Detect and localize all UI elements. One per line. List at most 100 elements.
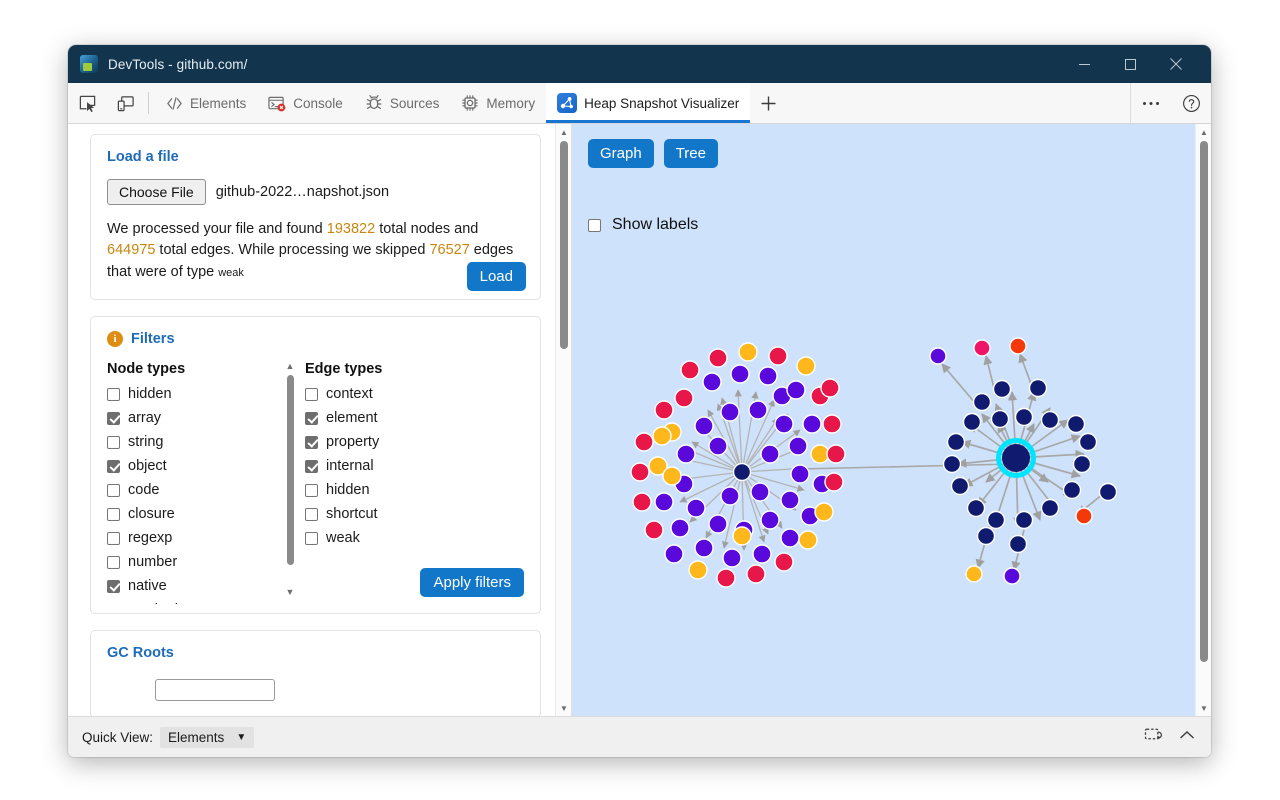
- label: shortcut: [326, 506, 378, 523]
- filters-card: i Filters Node types hidden array string…: [90, 316, 541, 615]
- label: number: [128, 554, 178, 571]
- edge-type-internal[interactable]: internal: [305, 454, 457, 478]
- checkbox[interactable]: [305, 507, 318, 521]
- edge-type-element[interactable]: element: [305, 406, 457, 430]
- node-type-code[interactable]: code: [107, 478, 282, 502]
- label: native: [128, 578, 167, 595]
- graph-panel-scrollbar[interactable]: ▲ ▼: [1195, 124, 1211, 716]
- checkbox[interactable]: [107, 387, 120, 401]
- checkbox[interactable]: [305, 411, 318, 425]
- node-type-regexp[interactable]: regexp: [107, 526, 282, 550]
- chevron-down-icon[interactable]: ▼: [236, 732, 246, 743]
- help-icon[interactable]: [1171, 83, 1211, 124]
- code-brackets-icon: [166, 95, 183, 112]
- checkbox[interactable]: [305, 483, 318, 497]
- filters-columns: Node types hidden array string object co…: [107, 361, 524, 605]
- edge-type-property[interactable]: property: [305, 430, 457, 454]
- more-options-icon[interactable]: [1131, 83, 1171, 124]
- load-button[interactable]: Load: [466, 262, 526, 292]
- checkbox[interactable]: [305, 387, 318, 401]
- add-tab-button[interactable]: [750, 83, 786, 123]
- tab-label: Elements: [190, 95, 247, 111]
- scroll-down-arrow-icon[interactable]: ▼: [556, 700, 571, 716]
- node-type-native[interactable]: native: [107, 574, 282, 598]
- label: hidden: [326, 482, 370, 499]
- close-button[interactable]: [1153, 45, 1199, 83]
- checkbox[interactable]: [107, 411, 120, 425]
- graph-panel: Graph Tree Show labels ▲ ▼: [572, 124, 1211, 716]
- label: code: [128, 482, 160, 499]
- graph-view-toggle: Graph Tree: [588, 139, 718, 168]
- graph-controls: Graph Tree Show labels: [588, 139, 718, 234]
- devtools-body: Load a file Choose File github-2022…naps…: [68, 124, 1211, 716]
- show-labels-label: Show labels: [612, 216, 699, 233]
- scroll-up-arrow-icon[interactable]: ▲: [556, 124, 571, 140]
- checkbox[interactable]: [305, 459, 318, 473]
- scrollbar-thumb[interactable]: [1200, 141, 1208, 662]
- label: array: [128, 410, 162, 427]
- edge-type-context[interactable]: context: [305, 382, 457, 406]
- skipped-edge-type: weak: [218, 266, 244, 279]
- show-labels-checkbox[interactable]: [588, 218, 601, 232]
- screencast-icon[interactable]: [1144, 725, 1165, 749]
- devtools-tabstrip: Elements Console Sources Memory Heap Sna…: [68, 83, 1211, 124]
- checkbox[interactable]: [107, 603, 120, 605]
- checkbox[interactable]: [305, 435, 318, 449]
- gc-roots-select[interactable]: [155, 679, 275, 702]
- left-panel-scrollbar[interactable]: ▲ ▼: [555, 124, 571, 716]
- checkbox[interactable]: [107, 579, 120, 593]
- checkbox[interactable]: [107, 507, 120, 521]
- scrollbar-thumb[interactable]: [560, 141, 568, 349]
- graph-cluster-left: [630, 342, 846, 588]
- checkbox[interactable]: [107, 531, 120, 545]
- choose-file-button[interactable]: Choose File: [107, 179, 206, 205]
- edge-type-shortcut[interactable]: shortcut: [305, 502, 457, 526]
- tree-view-button[interactable]: Tree: [663, 139, 718, 168]
- scroll-up-arrow-icon[interactable]: ▲: [1196, 124, 1211, 140]
- chip-icon: [461, 94, 479, 112]
- node-type-number[interactable]: number: [107, 550, 282, 574]
- tab-memory[interactable]: Memory: [450, 83, 546, 123]
- node-type-hidden[interactable]: hidden: [107, 382, 282, 406]
- scroll-up-arrow-icon[interactable]: ▲: [283, 361, 297, 371]
- tab-elements[interactable]: Elements: [155, 83, 257, 123]
- skipped-edges-count: 76527: [429, 242, 470, 259]
- checkbox[interactable]: [107, 435, 120, 449]
- tab-console[interactable]: Console: [257, 83, 354, 123]
- label: internal: [326, 458, 374, 475]
- status-bar-actions: [1144, 725, 1201, 749]
- left-panel: Load a file Choose File github-2022…naps…: [68, 124, 571, 716]
- checkbox[interactable]: [107, 555, 120, 569]
- label: weak: [326, 530, 360, 547]
- left-panel-scroll-content: Load a file Choose File github-2022…naps…: [68, 124, 555, 716]
- checkbox[interactable]: [305, 531, 318, 545]
- scrollbar-thumb[interactable]: [287, 375, 294, 566]
- checkbox[interactable]: [107, 483, 120, 497]
- minimize-button[interactable]: [1061, 45, 1107, 83]
- node-type-array[interactable]: array: [107, 406, 282, 430]
- edge-type-weak[interactable]: weak: [305, 526, 457, 550]
- tab-label: Console: [293, 95, 343, 111]
- inspect-element-icon[interactable]: [68, 83, 106, 123]
- scroll-down-arrow-icon[interactable]: ▼: [1196, 700, 1211, 716]
- maximize-button[interactable]: [1107, 45, 1153, 83]
- tab-heap-snapshot-visualizer[interactable]: Heap Snapshot Visualizer: [546, 83, 751, 123]
- edge-type-hidden[interactable]: hidden: [305, 478, 457, 502]
- node-type-string[interactable]: string: [107, 430, 282, 454]
- file-input-row[interactable]: Choose File github-2022…napshot.json: [107, 179, 524, 205]
- checkbox[interactable]: [107, 459, 120, 473]
- node-type-closure[interactable]: closure: [107, 502, 282, 526]
- show-labels-row[interactable]: Show labels: [588, 216, 718, 234]
- tab-label: Heap Snapshot Visualizer: [584, 95, 740, 111]
- node-type-synthetic[interactable]: synthetic: [107, 598, 282, 605]
- tab-sources[interactable]: Sources: [354, 83, 451, 123]
- info-icon: i: [107, 331, 123, 348]
- node-types-scrollbar[interactable]: ▲ ▼: [283, 361, 297, 597]
- status-bar: Quick View: Elements ▼: [68, 716, 1211, 757]
- graph-view-button[interactable]: Graph: [588, 139, 654, 168]
- scroll-down-arrow-icon[interactable]: ▼: [283, 587, 297, 597]
- chevron-up-icon[interactable]: [1179, 728, 1195, 746]
- node-type-object[interactable]: object: [107, 454, 282, 478]
- quick-view-select[interactable]: Elements ▼: [160, 726, 255, 748]
- device-toolbar-icon[interactable]: [106, 83, 144, 123]
